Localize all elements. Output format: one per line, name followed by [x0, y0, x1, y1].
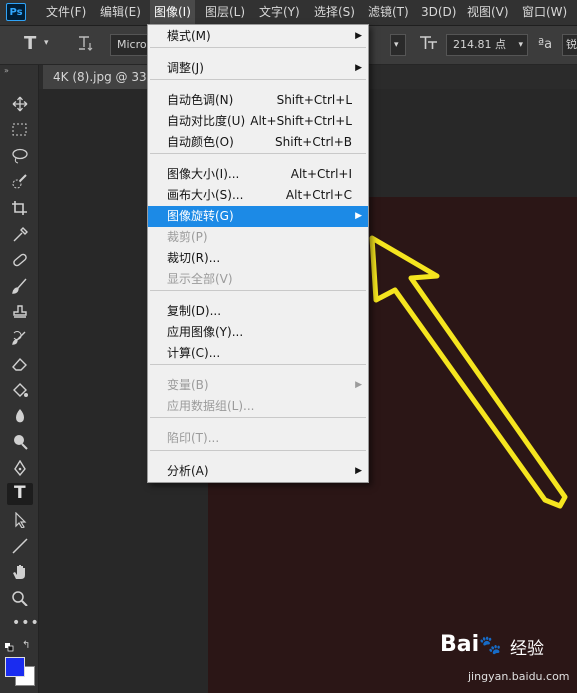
baidu-jingyan-watermark: Bai🐾 经验 jingyan.baidu.com	[432, 628, 572, 690]
image-menu-item: 应用数据组(L)...	[148, 396, 368, 417]
menu-item-shortcut: Alt+Ctrl+C	[285, 188, 352, 202]
image-menu-item[interactable]: 分析(A) ▶	[148, 461, 368, 482]
image-menu-item[interactable]: 计算(C)...	[148, 343, 368, 364]
menu-item-label: 应用图像(Y)...	[167, 325, 244, 339]
submenu-arrow-icon: ▶	[355, 380, 362, 390]
menu-item-label: 变量(B)	[167, 378, 209, 392]
menu-item-label: 陷印(T)...	[167, 431, 220, 445]
submenu-arrow-icon: ▶	[355, 466, 362, 476]
image-menu-item[interactable]: 模式(M) ▶	[148, 26, 368, 47]
image-menu-item: 变量(B) ▶	[148, 375, 368, 396]
image-menu-item[interactable]: 画布大小(S)... Alt+Ctrl+C	[148, 185, 368, 206]
submenu-arrow-icon: ▶	[355, 31, 362, 41]
image-menu-item: 裁剪(P)	[148, 227, 368, 248]
menu-separator	[150, 364, 366, 365]
menu-item-label: 模式(M)	[167, 29, 211, 43]
menu-item-label: 自动对比度(U)	[167, 114, 246, 128]
menu-separator	[150, 153, 366, 154]
image-menu-item[interactable]: 自动对比度(U) Alt+Shift+Ctrl+L	[148, 111, 368, 132]
image-menu-item[interactable]: 图像大小(I)... Alt+Ctrl+I	[148, 164, 368, 185]
menu-separator	[150, 79, 366, 80]
submenu-arrow-icon: ▶	[355, 63, 362, 73]
image-menu-item[interactable]: 裁切(R)...	[148, 248, 368, 269]
image-menu-item[interactable]: 应用图像(Y)...	[148, 322, 368, 343]
paw-icon: 🐾	[479, 635, 502, 656]
image-menu-item[interactable]: 复制(D)...	[148, 301, 368, 322]
image-menu-item[interactable]: 自动颜色(O) Shift+Ctrl+B	[148, 132, 368, 153]
menu-item-shortcut: Shift+Ctrl+B	[275, 135, 352, 149]
watermark-brand: Bai🐾	[440, 632, 502, 657]
menu-item-label: 裁切(R)...	[167, 251, 221, 265]
submenu-arrow-icon: ▶	[355, 211, 362, 221]
menu-item-label: 图像旋转(G)	[167, 209, 234, 223]
image-menu-dropdown: 模式(M) ▶ 调整(J) ▶ 自动色调(N) Shift+Ctrl+L 自动对比度(U) A…	[147, 24, 369, 483]
menu-separator	[150, 47, 366, 48]
menu-separator	[150, 290, 366, 291]
menu-item-label: 自动色调(N)	[167, 93, 234, 107]
menu-item-shortcut: Shift+Ctrl+L	[276, 93, 352, 107]
menu-item-label: 应用数据组(L)...	[167, 399, 255, 413]
menu-item-label: 显示全部(V)	[167, 272, 233, 286]
menu-item-label: 图像大小(I)...	[167, 167, 240, 181]
watermark-jingyan: 经验	[510, 639, 544, 659]
image-menu-item[interactable]: 图像旋转(G) ▶	[148, 206, 368, 227]
menu-item-label: 画布大小(S)...	[167, 188, 244, 202]
image-menu-item: 陷印(T)...	[148, 428, 368, 449]
menu-item-label: 计算(C)...	[167, 346, 221, 360]
image-menu-item[interactable]: 自动色调(N) Shift+Ctrl+L	[148, 90, 368, 111]
watermark-url: jingyan.baidu.com	[468, 670, 570, 683]
menu-item-label: 分析(A)	[167, 464, 209, 478]
menu-separator	[150, 417, 366, 418]
image-menu-item[interactable]: 调整(J) ▶	[148, 58, 368, 79]
menu-item-shortcut: Alt+Ctrl+I	[290, 167, 352, 181]
menu-separator	[150, 450, 366, 451]
menu-item-label: 自动颜色(O)	[167, 135, 234, 149]
menu-item-shortcut: Alt+Shift+Ctrl+L	[250, 114, 352, 128]
menu-item-label: 裁剪(P)	[167, 230, 208, 244]
menu-item-label: 调整(J)	[167, 61, 204, 75]
image-menu-item: 显示全部(V)	[148, 269, 368, 290]
menu-item-label: 复制(D)...	[167, 304, 222, 318]
